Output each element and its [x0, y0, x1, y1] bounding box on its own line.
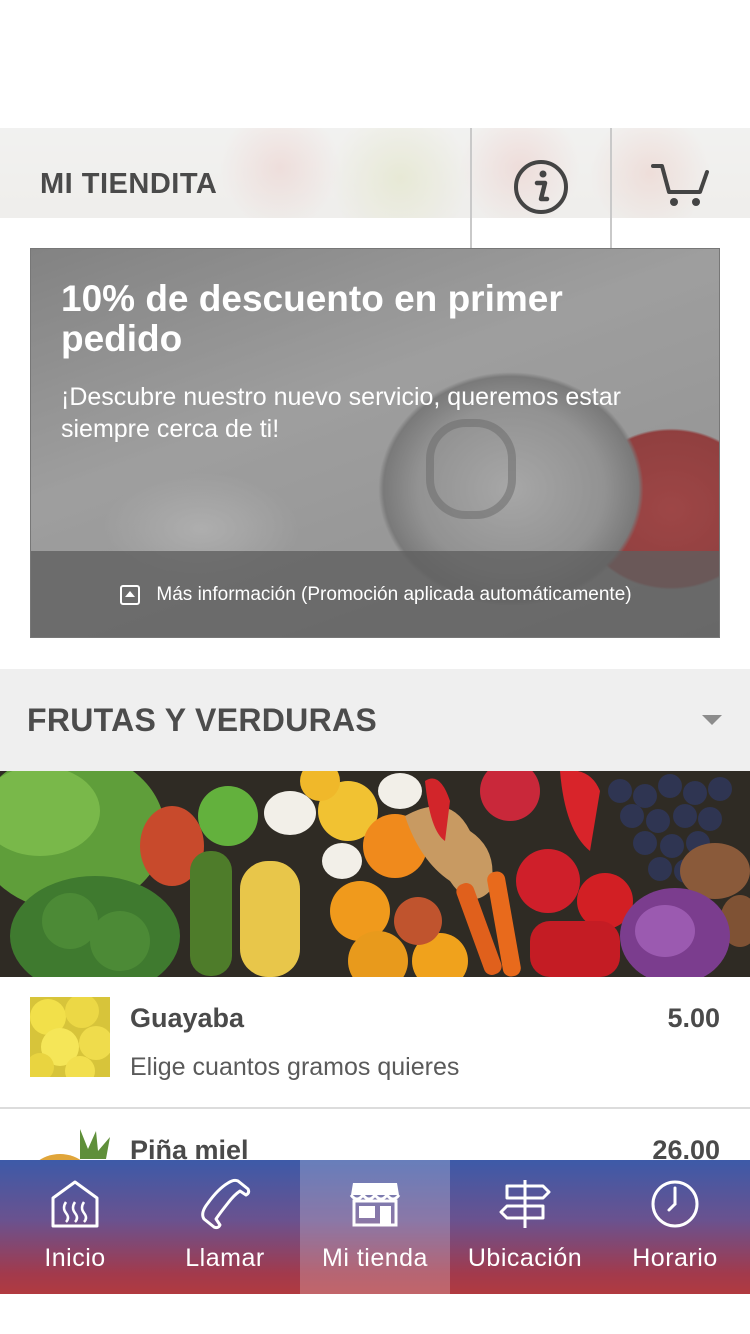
signpost-icon [499, 1180, 551, 1228]
nav-item-horario[interactable]: Horario [600, 1160, 750, 1294]
status-bar-area [0, 0, 750, 128]
nav-label: Mi tienda [322, 1244, 428, 1272]
phone-icon [201, 1178, 251, 1230]
promo-banner[interactable]: 10% de descuento en primer pedido ¡Descu… [30, 248, 720, 638]
category-header[interactable]: FRUTAS Y VERDURAS [0, 669, 750, 771]
promo-more-info-label: Más información (Promoción aplicada auto… [156, 584, 632, 605]
app-header: MI TIENDITA [0, 128, 750, 248]
fruits-vegetables-image [0, 771, 750, 977]
info-button[interactable] [472, 128, 610, 248]
category-title: FRUTAS Y VERDURAS [27, 701, 378, 738]
nav-label: Ubicación [467, 1244, 583, 1272]
nav-label: Inicio [44, 1244, 106, 1272]
guava-image [30, 997, 110, 1077]
info-icon [514, 160, 568, 214]
product-image-guayaba [30, 997, 110, 1077]
nav-item-inicio[interactable]: Inicio [0, 1160, 150, 1294]
store-title: MI TIENDITA [40, 168, 218, 200]
nav-item-mi-tienda[interactable]: Mi tienda [300, 1160, 450, 1294]
home-indicator-area [0, 1294, 750, 1334]
nav-label: Horario [632, 1244, 718, 1272]
nav-item-llamar[interactable]: Llamar [150, 1160, 300, 1294]
home-icon [51, 1180, 99, 1228]
promo-title: 10% de descuento en primer pedido [61, 278, 563, 359]
product-price: 5.00 [667, 1003, 720, 1033]
nav-item-ubicacion[interactable]: Ubicación [450, 1160, 600, 1294]
nav-label: Llamar [185, 1244, 265, 1272]
store-icon [349, 1183, 401, 1227]
bottom-nav: Inicio Llamar Mi tienda Ubicación Horari… [0, 1160, 750, 1294]
clock-icon [651, 1180, 699, 1228]
expand-up-icon [120, 585, 141, 605]
chevron-down-icon [702, 715, 722, 725]
product-description: Elige cuantos gramos quieres [130, 1053, 460, 1081]
promo-text: ¡Descubre nuestro nuevo servicio, querem… [61, 383, 621, 443]
product-row[interactable]: Guayaba 5.00 Elige cuantos gramos quiere… [0, 977, 750, 1108]
cart-icon [651, 164, 709, 206]
product-name: Guayaba [130, 1003, 245, 1033]
cart-button[interactable] [612, 128, 750, 248]
category-image [0, 771, 750, 977]
promo-more-info-button[interactable]: Más información (Promoción aplicada auto… [31, 551, 719, 637]
